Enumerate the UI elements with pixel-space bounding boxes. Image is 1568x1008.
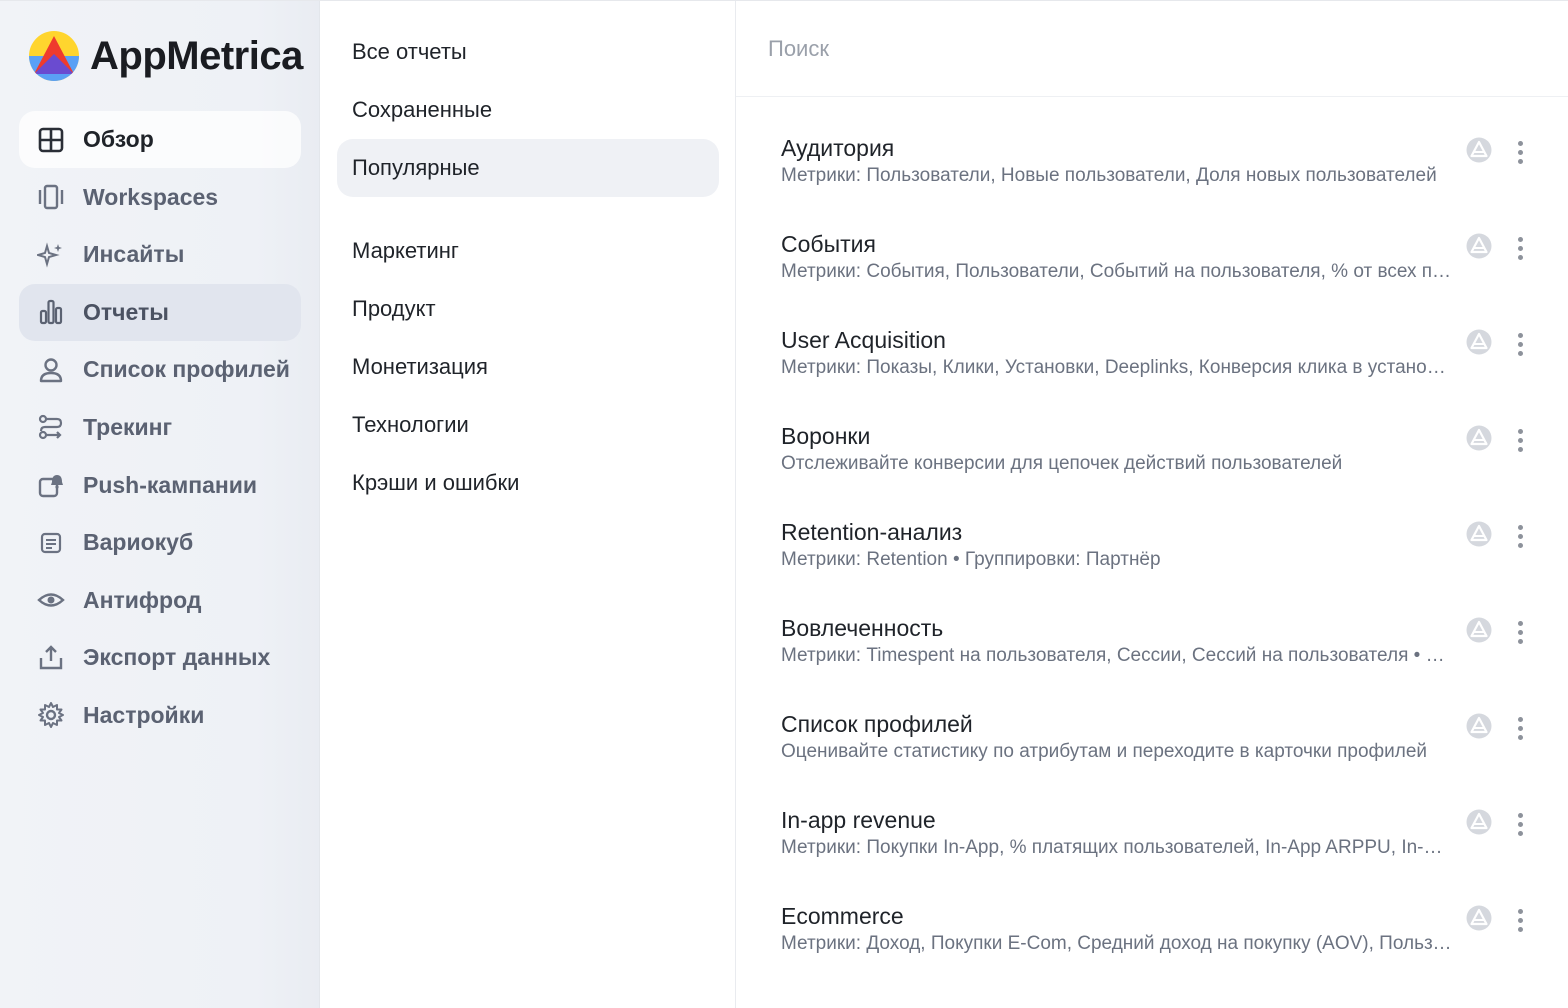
- grid-icon: [37, 126, 65, 154]
- sidebar-item-export[interactable]: Экспорт данных: [19, 629, 301, 686]
- category-saved[interactable]: Сохраненные: [337, 81, 719, 139]
- report-row[interactable]: In-app revenue Метрики: Покупки In-App, %…: [736, 801, 1568, 897]
- more-menu-icon[interactable]: [1506, 714, 1534, 742]
- eye-icon: [37, 586, 65, 614]
- sidebar-item-label: Трекинг: [83, 413, 173, 440]
- reports-panel: АудиторияМетрики: Пользователи, Новые по…: [736, 1, 1568, 1008]
- category-divider: [337, 197, 718, 222]
- route-icon: [37, 413, 65, 441]
- search-bar: [736, 1, 1568, 97]
- sidebar-item-label: Push-кампании: [83, 471, 258, 498]
- sidebar-item-label: Антифрод: [83, 586, 202, 613]
- report-description: Метрики: События, Пользователи, Событий …: [781, 261, 1453, 282]
- search-input[interactable]: [768, 35, 1368, 62]
- more-menu-icon[interactable]: [1506, 330, 1534, 358]
- category-technology[interactable]: Технологии: [337, 396, 719, 454]
- sidebar-item-variocube[interactable]: Вариокуб: [19, 514, 301, 571]
- app-platform-icon: [1466, 233, 1492, 259]
- report-description: Метрики: Retention • Группировки: Партнё…: [781, 549, 1161, 570]
- sidebar-item-tracking[interactable]: Трекинг: [19, 399, 301, 456]
- report-description: Отслеживайте конверсии для цепочек дейст…: [781, 453, 1343, 474]
- category-all-reports[interactable]: Все отчеты: [337, 23, 719, 81]
- report-title[interactable]: События: [781, 225, 1568, 259]
- brand-name: AppMetrica: [90, 33, 303, 78]
- report-description: Метрики: Покупки In-App, % платящих поль…: [781, 837, 1453, 858]
- app-window: AppMetrica Обзор Workspaces Инсайты Отче…: [0, 0, 1568, 1008]
- sidebar-item-overview[interactable]: Обзор: [19, 111, 301, 168]
- report-title[interactable]: Воронки: [781, 417, 1568, 451]
- workspaces-icon: [37, 183, 65, 211]
- app-platform-icon: [1466, 905, 1492, 931]
- sidebar-item-push[interactable]: Push-кампании: [19, 457, 301, 514]
- report-row[interactable]: User Acquisition Метрики: Показы, Клики, …: [736, 321, 1568, 417]
- sidebar-item-label: Инсайты: [83, 241, 185, 268]
- app-platform-icon: [1466, 617, 1492, 643]
- sidebar-item-reports[interactable]: Отчеты: [19, 283, 301, 341]
- report-title[interactable]: Аудитория: [781, 129, 1568, 163]
- category-marketing[interactable]: Маркетинг: [337, 222, 719, 280]
- app-platform-icon: [1466, 521, 1492, 547]
- brand-logo[interactable]: AppMetrica: [0, 27, 319, 85]
- report-description: Метрики: Timespent на пользователя, Сесс…: [781, 645, 1453, 666]
- user-icon: [37, 356, 65, 384]
- sidebar-item-label: Экспорт данных: [83, 644, 271, 671]
- more-menu-icon[interactable]: [1506, 810, 1534, 838]
- sidebar-item-label: Обзор: [83, 126, 154, 152]
- report-description: Метрики: Показы, Клики, Установки, Deepl…: [781, 357, 1453, 378]
- report-row[interactable]: События Метрики: События, Пользователи, С…: [736, 225, 1568, 321]
- category-crashes[interactable]: Крэши и ошибки: [337, 454, 719, 512]
- sidebar: AppMetrica Обзор Workspaces Инсайты Отче…: [0, 1, 320, 1008]
- app-platform-icon: [1466, 137, 1492, 163]
- more-menu-icon[interactable]: [1506, 618, 1534, 646]
- sidebar-item-profiles[interactable]: Список профилей: [19, 341, 301, 398]
- report-title[interactable]: Retention-анализ: [781, 513, 1568, 547]
- more-menu-icon[interactable]: [1506, 138, 1534, 166]
- sidebar-item-insights[interactable]: Инсайты: [19, 226, 301, 283]
- report-row[interactable]: Ecommerce Метрики: Доход, Покупки E-Com, …: [736, 897, 1568, 993]
- push-bell-icon: [37, 471, 65, 499]
- bar-chart-icon: [37, 298, 65, 326]
- report-row[interactable]: Retention-анализ Метрики: Retention • Гру…: [736, 513, 1568, 609]
- more-menu-icon[interactable]: [1506, 906, 1534, 934]
- export-icon: [37, 644, 65, 672]
- report-title[interactable]: Список профилей: [781, 705, 1568, 739]
- report-title[interactable]: User Acquisition: [781, 321, 1568, 355]
- gear-icon: [37, 701, 65, 729]
- category-product[interactable]: Продукт: [337, 280, 719, 338]
- category-popular[interactable]: Популярные: [337, 139, 719, 197]
- category-monetization[interactable]: Монетизация: [337, 338, 719, 396]
- sparkle-icon: [37, 241, 65, 269]
- report-row[interactable]: Вовлеченность Метрики: Timespent на польз…: [736, 609, 1568, 705]
- more-menu-icon[interactable]: [1506, 426, 1534, 454]
- main-nav: Обзор Workspaces Инсайты Отчеты Список п…: [0, 111, 319, 744]
- sidebar-item-label: Список профилей: [83, 356, 290, 383]
- sidebar-item-settings[interactable]: Настройки: [19, 687, 301, 744]
- sidebar-item-label: Вариокуб: [83, 529, 194, 556]
- more-menu-icon[interactable]: [1506, 522, 1534, 550]
- report-categories: Все отчеты Сохраненные Популярные Маркет…: [320, 1, 736, 1008]
- appmetrica-logo-icon: [29, 31, 79, 81]
- app-platform-icon: [1466, 713, 1492, 739]
- more-menu-icon[interactable]: [1506, 234, 1534, 262]
- report-description: Метрики: Пользователи, Новые пользовател…: [781, 165, 1437, 186]
- report-row[interactable]: Аудитория Метрики: Пользователи, Новые по…: [736, 129, 1568, 225]
- report-title[interactable]: In-app revenue: [781, 801, 1568, 835]
- report-title[interactable]: Ecommerce: [781, 897, 1568, 931]
- report-description: Метрики: Доход, Покупки E-Com, Средний д…: [781, 933, 1453, 954]
- sidebar-item-label: Отчеты: [83, 298, 169, 325]
- reports-list: Аудитория Метрики: Пользователи, Новые по…: [736, 97, 1568, 993]
- sidebar-item-workspaces[interactable]: Workspaces: [19, 169, 301, 226]
- app-platform-icon: [1466, 809, 1492, 835]
- sidebar-item-antifraud[interactable]: Антифрод: [19, 572, 301, 629]
- sidebar-item-label: Workspaces: [83, 183, 219, 210]
- sidebar-item-label: Настройки: [83, 701, 205, 728]
- cube-icon: [37, 529, 65, 557]
- report-row[interactable]: Список профилей Оценивайте статистику по …: [736, 705, 1568, 801]
- report-title[interactable]: Вовлеченность: [781, 609, 1568, 643]
- report-description: Оценивайте статистику по атрибутам и пер…: [781, 741, 1428, 762]
- app-platform-icon: [1466, 425, 1492, 451]
- report-row[interactable]: Воронки Отслеживайте конверсии для цепоче…: [736, 417, 1568, 513]
- app-platform-icon: [1466, 329, 1492, 355]
